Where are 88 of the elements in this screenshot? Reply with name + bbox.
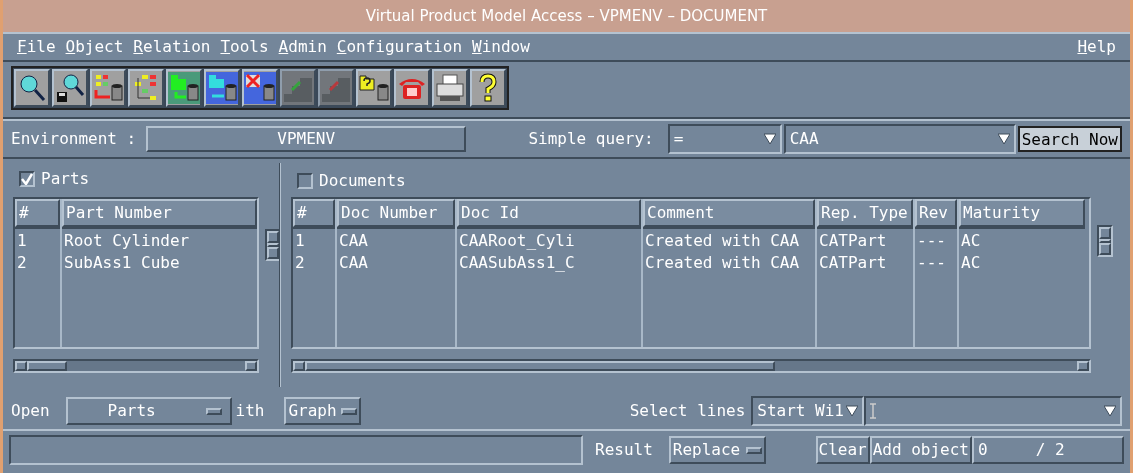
table-cell-text: CAA	[338, 230, 369, 252]
text-cursor-icon	[870, 403, 876, 419]
documents-label: Documents	[319, 170, 406, 192]
dropdown-arrow-icon	[1104, 405, 1116, 417]
table-cell-text: SubAss1 Cube	[63, 252, 181, 274]
menu-item[interactable]: Object	[65, 35, 124, 59]
column-header[interactable]: Doc Id	[457, 199, 641, 227]
column-header[interactable]: Comment	[643, 199, 815, 227]
checkbox[interactable]	[297, 173, 313, 189]
vertical-scrollbar[interactable]	[1097, 225, 1113, 257]
dropdown-arrow-icon	[763, 133, 776, 145]
option-menu-indicator-icon	[205, 407, 222, 415]
option-menu-indicator-icon	[340, 407, 357, 415]
toolbar-button[interactable]	[242, 69, 278, 107]
table-cell-text: AC	[960, 230, 982, 252]
folders-database-icon	[206, 72, 238, 104]
help-menu[interactable]: Help	[1077, 35, 1116, 59]
delete-database-icon	[244, 72, 276, 104]
toolbar-button[interactable]	[90, 69, 126, 107]
table-cell-text: ---	[916, 252, 947, 274]
table-cell-text: ---	[916, 230, 947, 252]
query-value-dropdown[interactable]: CAA	[783, 124, 1016, 154]
tree-database-icon	[92, 72, 124, 104]
printer-icon	[434, 72, 466, 104]
toolbar-button[interactable]	[356, 69, 392, 107]
match-mode-dropdown[interactable]: Start Wi1	[751, 396, 864, 426]
table-cell-text: CAARoot_Cyli	[458, 230, 576, 252]
menu-item[interactable]: File	[17, 35, 56, 59]
table-cell-text: AC	[960, 252, 982, 274]
parts-label: Parts	[41, 168, 90, 190]
total-count: / 2	[1035, 439, 1065, 461]
operator-dropdown[interactable]: =	[667, 124, 782, 154]
table-cell-text: 2	[294, 252, 306, 274]
toolbar-button[interactable]	[394, 69, 430, 107]
table-cell-text: Created with CAA	[644, 252, 801, 274]
column-header[interactable]: Rep. Type	[817, 199, 913, 227]
table-cell-text: 1	[16, 230, 28, 252]
select-lines-field[interactable]	[864, 396, 1122, 426]
add-object-button[interactable]: Add object	[869, 436, 972, 464]
toolbar-button[interactable]	[14, 69, 50, 107]
search-save-icon	[54, 72, 86, 104]
clear-button[interactable]: Clear	[815, 436, 870, 464]
with-label: ith	[235, 400, 265, 422]
dropdown-arrow-icon	[997, 133, 1010, 145]
checkbox[interactable]	[19, 171, 35, 187]
menu-item[interactable]: Configuration	[336, 35, 462, 59]
column-header[interactable]: Part Number	[62, 199, 257, 227]
dropdown-arrow-icon	[846, 405, 858, 417]
open-label: Open	[11, 400, 50, 422]
column-header[interactable]: Rev	[915, 199, 957, 227]
title-bar: Virtual Product Model Access – VPMENV – DOCUMENT	[3, 0, 1130, 32]
environment-label: Environment :	[11, 128, 137, 150]
table-cell-text: Created with CAA	[644, 230, 801, 252]
column-header[interactable]: Doc Number	[337, 199, 455, 227]
toolbar-button[interactable]	[432, 69, 468, 107]
table-cell-text: CATPart	[818, 252, 888, 274]
column-header[interactable]: #	[293, 199, 335, 227]
viewer-dropdown[interactable]: Graph	[284, 397, 361, 425]
menu-item[interactable]: Window	[472, 35, 530, 59]
result-mode-dropdown[interactable]: Replace	[668, 436, 767, 464]
toolbar-button[interactable]	[470, 69, 506, 107]
search-now-button[interactable]: Search Now	[1017, 126, 1122, 152]
table-cell-text: CAASubAss1_C	[458, 252, 576, 274]
toolbar-button[interactable]	[128, 69, 164, 107]
toolbar-button[interactable]	[166, 69, 202, 107]
table-cell-text: CAA	[338, 252, 369, 274]
query-folder-database-icon	[358, 72, 390, 104]
column-header[interactable]: #	[15, 199, 60, 227]
object-type-dropdown[interactable]: Parts	[65, 397, 232, 425]
table-cell-text: 1	[294, 230, 306, 252]
folder-to-database-icon	[168, 72, 200, 104]
simple-query-label: Simple query:	[528, 128, 654, 150]
table-cell-text: Root Cylinder	[63, 230, 191, 252]
horizontal-scrollbar[interactable]	[13, 359, 259, 373]
result-label: Result	[595, 439, 653, 461]
select-lines-label: Select lines	[629, 400, 746, 422]
table-cell-text: CATPart	[818, 230, 888, 252]
toolbar-button[interactable]	[204, 69, 240, 107]
menu-item[interactable]: Relation	[133, 35, 211, 59]
selected-count: 0	[978, 439, 988, 461]
option-menu-indicator-icon	[746, 446, 763, 454]
horizontal-scrollbar[interactable]	[291, 359, 1091, 373]
toolbar-button[interactable]	[52, 69, 88, 107]
menu-item[interactable]: Admin	[278, 35, 327, 59]
table-cell-text: 2	[16, 252, 28, 274]
menu-item[interactable]: Tools	[220, 35, 269, 59]
environment-field[interactable]: VPMENV	[146, 126, 467, 152]
column-header[interactable]: Maturity	[959, 199, 1085, 227]
